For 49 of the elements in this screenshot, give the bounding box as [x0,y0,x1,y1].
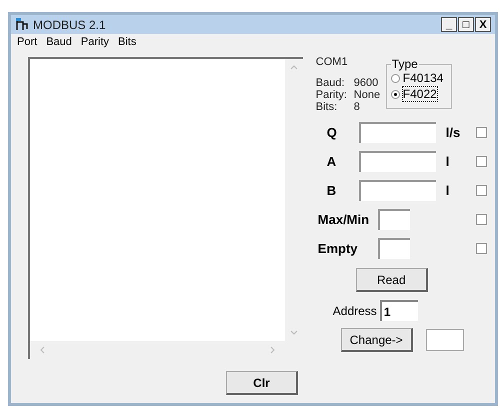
scroll-up-icon[interactable] [290,63,298,71]
value-field[interactable] [358,180,436,201]
radio-label[interactable]: F40134 [402,71,444,85]
field-label: Empty [318,240,359,258]
clear-button[interactable]: Clr [226,371,298,395]
app-icon [15,18,29,31]
change-value-field[interactable] [426,329,464,351]
window-title: MODBUS 2.1 [33,16,107,34]
address-label: Address [332,302,377,320]
checkbox[interactable] [476,243,487,254]
close-button[interactable]: X [475,17,491,32]
maximize-button[interactable]: □ [458,17,474,32]
value-field[interactable] [358,151,436,172]
unit-label: l [446,182,450,200]
scroll-down-icon[interactable] [290,329,298,337]
value-field[interactable] [358,122,436,143]
radio-button[interactable] [390,90,400,98]
checkbox[interactable] [476,214,487,225]
port-label: COM1 [316,56,349,68]
status-label: Baud: [316,77,346,89]
group-title: Type [390,57,419,71]
radio-button[interactable] [390,74,400,82]
field-label: Max/Min [318,210,370,229]
status-value: 9600 [354,77,378,89]
field-label: A [326,152,338,171]
read-button[interactable]: Read [356,268,428,292]
address-field[interactable]: 1 [380,300,418,321]
field-label: Q [326,124,338,142]
status-label: Parity: [316,89,348,101]
value-field[interactable] [378,209,410,230]
unit-label: l [446,152,450,171]
checkbox[interactable] [476,127,487,138]
unit-label: l/s [446,124,462,142]
value-field[interactable] [378,238,410,259]
radio-label[interactable]: F4022 [402,87,437,101]
minimize-button[interactable]: _ [441,17,457,32]
scroll-left-icon[interactable] [38,346,46,354]
menu-item[interactable]: Bits [118,34,136,51]
checkbox[interactable] [476,185,487,196]
checkbox[interactable] [476,156,487,167]
menu-item[interactable]: Port [17,34,38,51]
status-value: None [354,89,380,101]
status-value: 8 [354,101,360,113]
scroll-right-icon[interactable] [269,346,277,354]
menu-item[interactable]: Parity [80,34,110,51]
field-label: B [326,182,338,200]
status-label: Bits: [316,101,338,113]
menu-item[interactable]: Baud [46,34,72,51]
change-button[interactable]: Change-> [340,328,413,352]
